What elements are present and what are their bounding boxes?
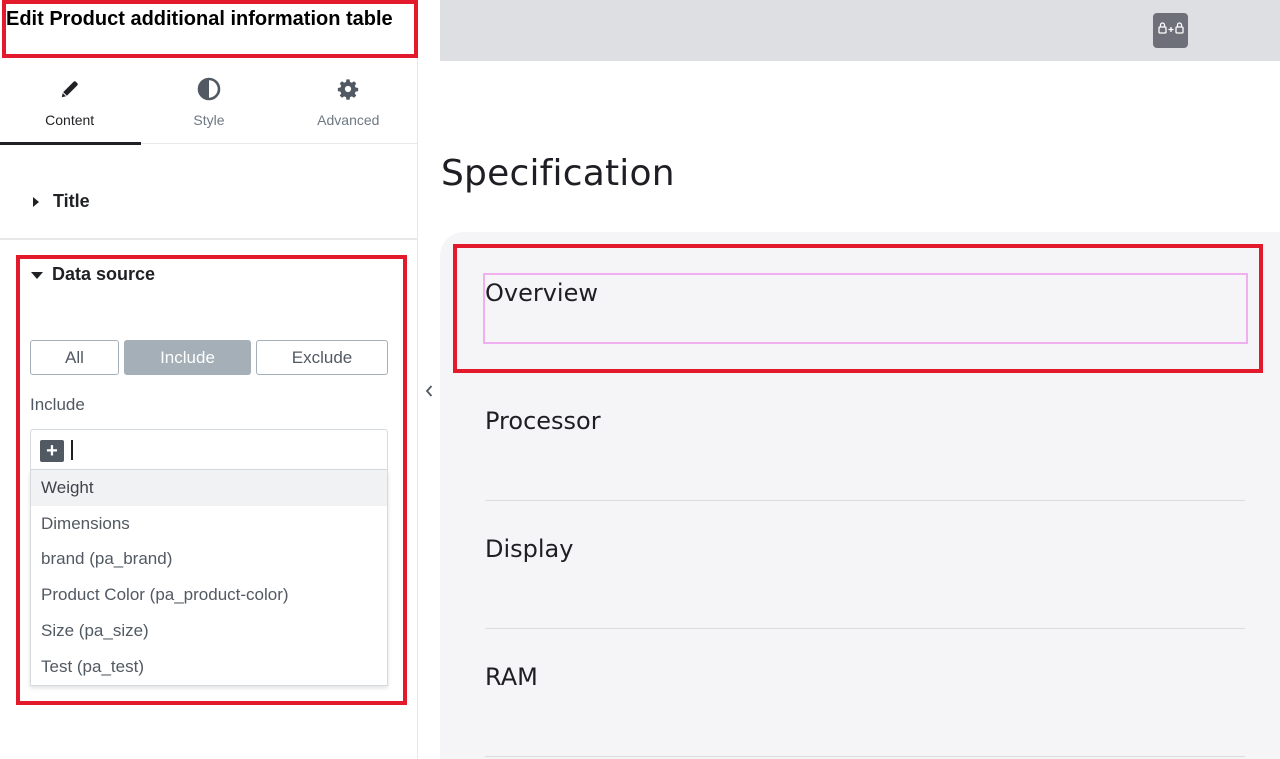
preview-toolbar xyxy=(440,0,1280,61)
gear-icon xyxy=(335,76,361,102)
tab-label: Content xyxy=(45,112,95,128)
include-dropdown: Weight Dimensions brand (pa_brand) Produ… xyxy=(30,470,388,686)
spec-item-ram[interactable]: RAM xyxy=(485,663,538,691)
panel-title: Edit Product additional information tabl… xyxy=(6,8,393,30)
lock-plus-lock-button[interactable] xyxy=(1153,13,1188,48)
include-select[interactable]: + xyxy=(30,429,388,470)
divider xyxy=(485,756,1245,757)
divider xyxy=(485,628,1245,629)
plus-icon[interactable]: + xyxy=(40,440,64,462)
segment-all-button[interactable]: All xyxy=(30,340,119,375)
tab-content[interactable]: Content xyxy=(0,62,142,145)
page-title: Specification xyxy=(441,153,675,194)
section-title-toggle[interactable]: Title xyxy=(0,144,418,240)
dropdown-option-weight[interactable]: Weight xyxy=(31,470,387,506)
segment-include-button[interactable]: Include xyxy=(124,340,251,375)
include-search-input[interactable] xyxy=(69,438,369,462)
pencil-icon xyxy=(57,76,83,102)
caret-right-icon xyxy=(33,197,39,207)
spec-item-display[interactable]: Display xyxy=(485,535,573,563)
tab-label: Style xyxy=(193,112,225,128)
include-label: Include xyxy=(30,395,85,414)
caret-down-icon xyxy=(31,272,43,279)
tab-advanced[interactable]: Advanced xyxy=(279,62,418,144)
dropdown-option-test[interactable]: Test (pa_test) xyxy=(31,649,387,685)
dropdown-option-brand[interactable]: brand (pa_brand) xyxy=(31,542,387,578)
segment-exclude-button[interactable]: Exclude xyxy=(256,340,388,375)
dropdown-option-product-color[interactable]: Product Color (pa_product-color) xyxy=(31,577,387,613)
tab-label: Advanced xyxy=(317,112,380,128)
section-data-source-label[interactable]: Data source xyxy=(52,264,155,285)
dropdown-option-size[interactable]: Size (pa_size) xyxy=(31,613,387,649)
tab-style[interactable]: Style xyxy=(139,62,278,144)
editor-panel: Edit Product additional information tabl… xyxy=(0,0,418,759)
selected-element-outline xyxy=(483,273,1248,344)
dropdown-option-dimensions[interactable]: Dimensions xyxy=(31,506,387,542)
text-cursor xyxy=(71,440,73,460)
collapse-panel-button[interactable] xyxy=(418,355,440,431)
panel-tabs: Content Style Advanced xyxy=(0,62,418,145)
section-title-label: Title xyxy=(53,191,90,211)
divider xyxy=(485,500,1245,501)
lock-plus-lock-icon xyxy=(1157,21,1185,40)
chevron-left-icon xyxy=(424,384,434,403)
half-circle-icon xyxy=(196,76,222,102)
spec-item-processor[interactable]: Processor xyxy=(485,407,601,435)
